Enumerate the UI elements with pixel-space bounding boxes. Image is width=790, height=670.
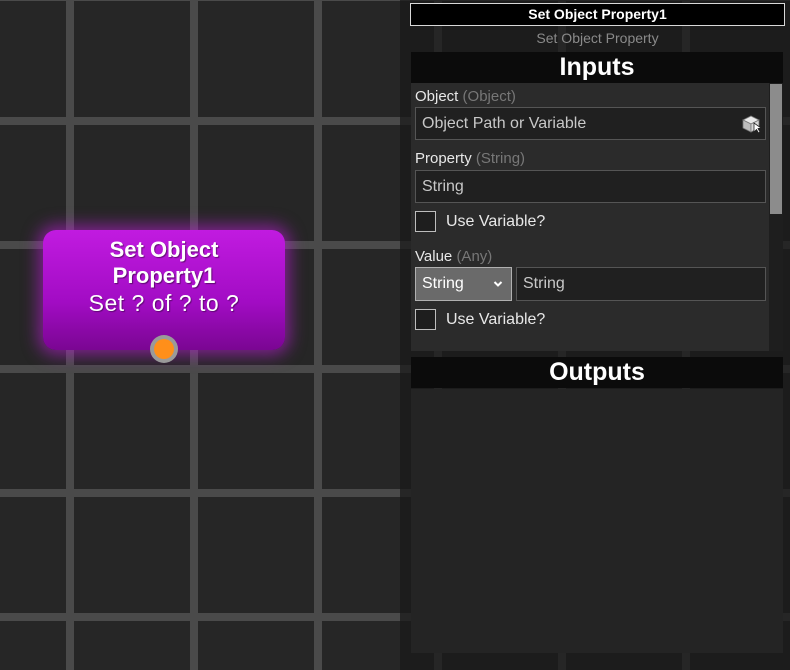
property-use-variable-label: Use Variable?	[446, 213, 546, 230]
property-use-variable-checkbox[interactable]	[415, 211, 436, 232]
object-path-input[interactable]: Object Path or Variable	[415, 107, 766, 140]
chevron-down-icon	[493, 281, 503, 287]
node-output-port[interactable]	[150, 335, 178, 363]
object-label-text: Object	[415, 88, 459, 105]
object-type-hint: (Object)	[462, 88, 516, 105]
value-type-select[interactable]: String	[415, 267, 512, 301]
value-use-variable-checkbox[interactable]	[415, 309, 436, 330]
inputs-scrollbar[interactable]	[769, 83, 783, 351]
properties-panel: Set Object Property1 Set Object Property…	[400, 0, 790, 670]
value-type-hint: (Any)	[456, 248, 493, 265]
outputs-heading: Outputs	[411, 357, 783, 388]
node-summary: Set ? of ? to ?	[88, 290, 240, 316]
property-field-label: Property (String)	[415, 150, 525, 167]
value-use-variable-label: Use Variable?	[446, 311, 546, 328]
panel-subtitle: Set Object Property	[536, 30, 659, 46]
value-placeholder: String	[523, 275, 565, 292]
inputs-section: Object (Object) Object Path or Variable …	[411, 83, 783, 351]
value-field-label: Value (Any)	[415, 248, 492, 265]
object-field-label: Object (Object)	[415, 88, 516, 105]
property-placeholder: String	[422, 178, 464, 195]
set-object-property-node[interactable]: Set Object Property1 Set ? of ? to ?	[43, 230, 285, 363]
value-input[interactable]: String	[516, 267, 766, 301]
object-path-placeholder: Object Path or Variable	[422, 115, 587, 132]
node-title: Set Object Property1	[109, 237, 219, 288]
value-label-text: Value	[415, 248, 453, 265]
cube-icon[interactable]	[741, 115, 761, 133]
panel-title: Set Object Property1	[410, 3, 785, 26]
property-label-text: Property	[415, 150, 472, 167]
property-type-hint: (String)	[475, 150, 526, 167]
inputs-heading: Inputs	[411, 52, 783, 83]
property-input[interactable]: String	[415, 170, 766, 203]
scrollbar-thumb[interactable]	[770, 84, 782, 214]
value-type-selected: String	[422, 275, 464, 292]
outputs-section	[411, 389, 783, 653]
